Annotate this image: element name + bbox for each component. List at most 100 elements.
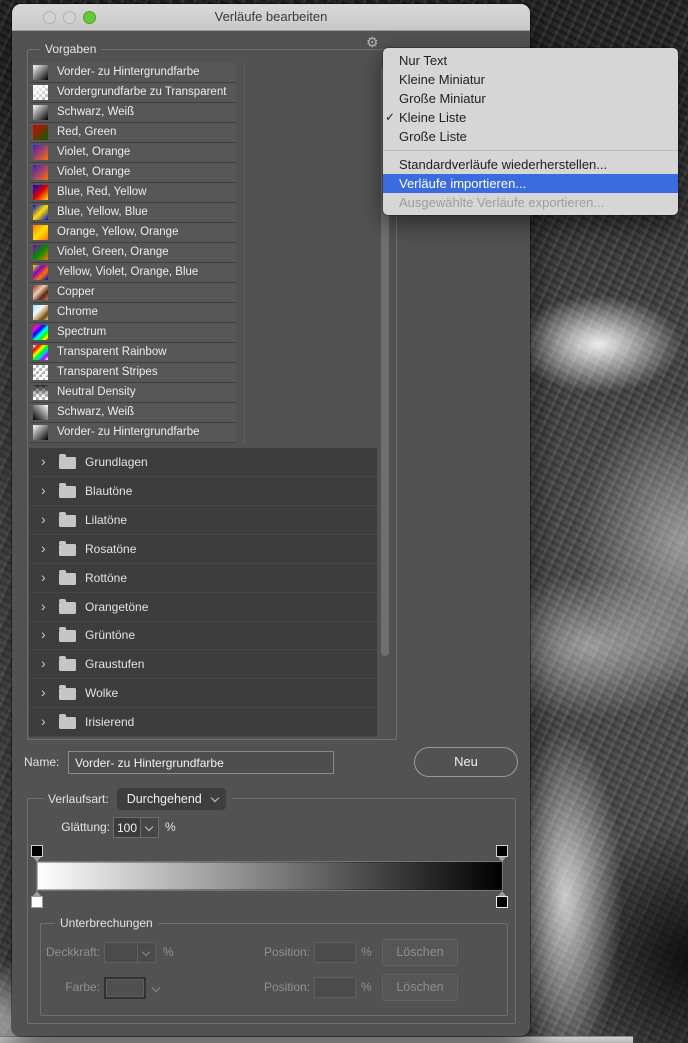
chevron-right-icon[interactable]: ›: [41, 708, 46, 735]
gradient-thumbnail-icon: [33, 285, 48, 300]
folder-row[interactable]: › Blautöne: [29, 477, 377, 506]
color-swatch[interactable]: [104, 977, 146, 999]
opacity-stop-left-swatch: [31, 845, 43, 857]
chevron-right-icon[interactable]: ›: [41, 535, 46, 562]
opacity-dropdown[interactable]: [138, 942, 156, 963]
folder-icon: [59, 483, 76, 498]
preset-name: Copper: [57, 286, 95, 298]
chevron-right-icon[interactable]: ›: [41, 564, 46, 591]
stops-panel: Unterbrechungen: [40, 916, 508, 1016]
folder-row[interactable]: › Rosatöne: [29, 535, 377, 564]
close-button[interactable]: [43, 11, 56, 24]
preset-row[interactable]: Blue, Red, Yellow: [30, 183, 236, 202]
color-position-label: Position:: [263, 980, 310, 994]
menu-item[interactable]: Standardverläufe wiederherstellen...: [383, 155, 678, 174]
dialog-titlebar[interactable]: Verläufe bearbeiten: [12, 4, 530, 31]
gradient-thumbnail-icon: [33, 405, 48, 420]
preset-row[interactable]: Schwarz, Weiß: [30, 103, 236, 122]
gradient-thumbnail-icon: [33, 125, 48, 140]
delete-opacity-stop-button[interactable]: Löschen: [382, 939, 458, 966]
folder-name: Rosatöne: [85, 542, 137, 556]
chevron-right-icon[interactable]: ›: [41, 477, 46, 504]
presets-legend: Vorgaben: [40, 42, 102, 57]
zoom-button[interactable]: [83, 11, 96, 24]
gradient-bar[interactable]: [37, 862, 502, 890]
opacity-percent: %: [163, 945, 174, 959]
folder-icon: [59, 656, 76, 671]
preset-name: Vordergrundfarbe zu Transparent: [57, 86, 227, 98]
preset-folder-list: › Grundlagen › Blautöne › Lilatöne › Rosatöne › R…: [29, 448, 377, 737]
preset-row[interactable]: Transparent Stripes: [30, 363, 236, 382]
folder-row[interactable]: › Graustufen: [29, 650, 377, 679]
color-stop-left[interactable]: [31, 891, 43, 908]
preset-row[interactable]: Blue, Yellow, Blue: [30, 203, 236, 222]
chevron-right-icon[interactable]: ›: [41, 679, 46, 706]
folder-row[interactable]: › Grüntöne: [29, 621, 377, 650]
folder-icon: [59, 541, 76, 556]
smoothness-dropdown[interactable]: [141, 817, 159, 838]
opacity-stop-left[interactable]: [31, 845, 43, 862]
list-column-divider: [244, 63, 245, 443]
stop-pointer-icon: [498, 891, 506, 896]
opacity-input[interactable]: [104, 942, 138, 963]
color-label: Farbe:: [65, 980, 100, 994]
chevron-down-icon: [144, 822, 154, 832]
chevron-right-icon[interactable]: ›: [41, 650, 46, 677]
gradient-thumbnail-icon: [33, 205, 48, 220]
opacity-position-input[interactable]: [314, 942, 356, 963]
preset-name: Neutral Density: [57, 386, 136, 398]
preset-row[interactable]: Schwarz, Weiß: [30, 403, 236, 422]
smoothness-input[interactable]: [113, 817, 141, 838]
folder-icon: [59, 512, 76, 527]
menu-item[interactable]: Große Liste: [383, 127, 678, 146]
preset-row[interactable]: Vordergrundfarbe zu Transparent: [30, 83, 236, 102]
folder-icon: [59, 627, 76, 642]
chevron-right-icon[interactable]: ›: [41, 506, 46, 533]
preset-row[interactable]: Yellow, Violet, Orange, Blue: [30, 263, 236, 282]
menu-item[interactable]: ✓ Kleine Liste: [383, 108, 678, 127]
chevron-right-icon[interactable]: ›: [41, 621, 46, 648]
gear-icon[interactable]: ⚙: [366, 34, 379, 51]
preset-row[interactable]: Red, Green: [30, 123, 236, 142]
preset-row[interactable]: Orange, Yellow, Orange: [30, 223, 236, 242]
gradient-type-dropdown[interactable]: Durchgehend: [116, 788, 226, 810]
preset-row[interactable]: Copper: [30, 283, 236, 302]
color-stop-right[interactable]: [496, 891, 508, 908]
preset-row[interactable]: Vorder- zu Hintergrundfarbe: [30, 63, 236, 82]
preset-row[interactable]: Vorder- zu Hintergrundfarbe: [30, 423, 236, 442]
preset-name: Transparent Rainbow: [57, 346, 167, 358]
chevron-right-icon[interactable]: ›: [41, 593, 46, 620]
folder-row[interactable]: › Grundlagen: [29, 448, 377, 477]
color-position-input[interactable]: [314, 977, 356, 998]
name-input[interactable]: [68, 751, 334, 774]
chevron-right-icon[interactable]: ›: [41, 448, 46, 475]
folder-row[interactable]: › Orangetöne: [29, 593, 377, 622]
preset-row[interactable]: Chrome: [30, 303, 236, 322]
preset-row[interactable]: Transparent Rainbow: [30, 343, 236, 362]
folder-name: Lilatöne: [85, 513, 128, 527]
preset-row[interactable]: Violet, Orange: [30, 163, 236, 182]
folder-row[interactable]: › Lilatöne: [29, 506, 377, 535]
folder-row[interactable]: › Rottöne: [29, 564, 377, 593]
folder-row[interactable]: › Irisierend: [29, 708, 377, 737]
folder-icon: [59, 454, 76, 469]
preset-name: Vorder- zu Hintergrundfarbe: [57, 66, 200, 78]
preset-row[interactable]: Spectrum: [30, 323, 236, 342]
folder-name: Grüntöne: [85, 628, 136, 642]
preset-row[interactable]: Violet, Orange: [30, 143, 236, 162]
menu-item[interactable]: Nur Text: [383, 51, 678, 70]
menu-item[interactable]: Ausgewählte Verläufe exportieren...: [383, 193, 678, 212]
new-button[interactable]: Neu: [414, 747, 518, 777]
desktop: Verläufe bearbeiten Vorgaben Vorder- zu …: [0, 0, 688, 1043]
folder-row[interactable]: › Wolke: [29, 679, 377, 708]
menu-item[interactable]: Große Miniatur: [383, 89, 678, 108]
minimize-button[interactable]: [63, 11, 76, 24]
menu-item[interactable]: Verläufe importieren...: [383, 174, 678, 193]
stop-pointer-icon: [498, 857, 506, 862]
delete-color-stop-button[interactable]: Löschen: [382, 974, 458, 1001]
menu-item[interactable]: Kleine Miniatur: [383, 70, 678, 89]
preset-row[interactable]: Neutral Density: [30, 383, 236, 402]
preset-row[interactable]: Violet, Green, Orange: [30, 243, 236, 262]
opacity-stop-right[interactable]: [496, 845, 508, 862]
chevron-down-icon: [210, 793, 220, 803]
